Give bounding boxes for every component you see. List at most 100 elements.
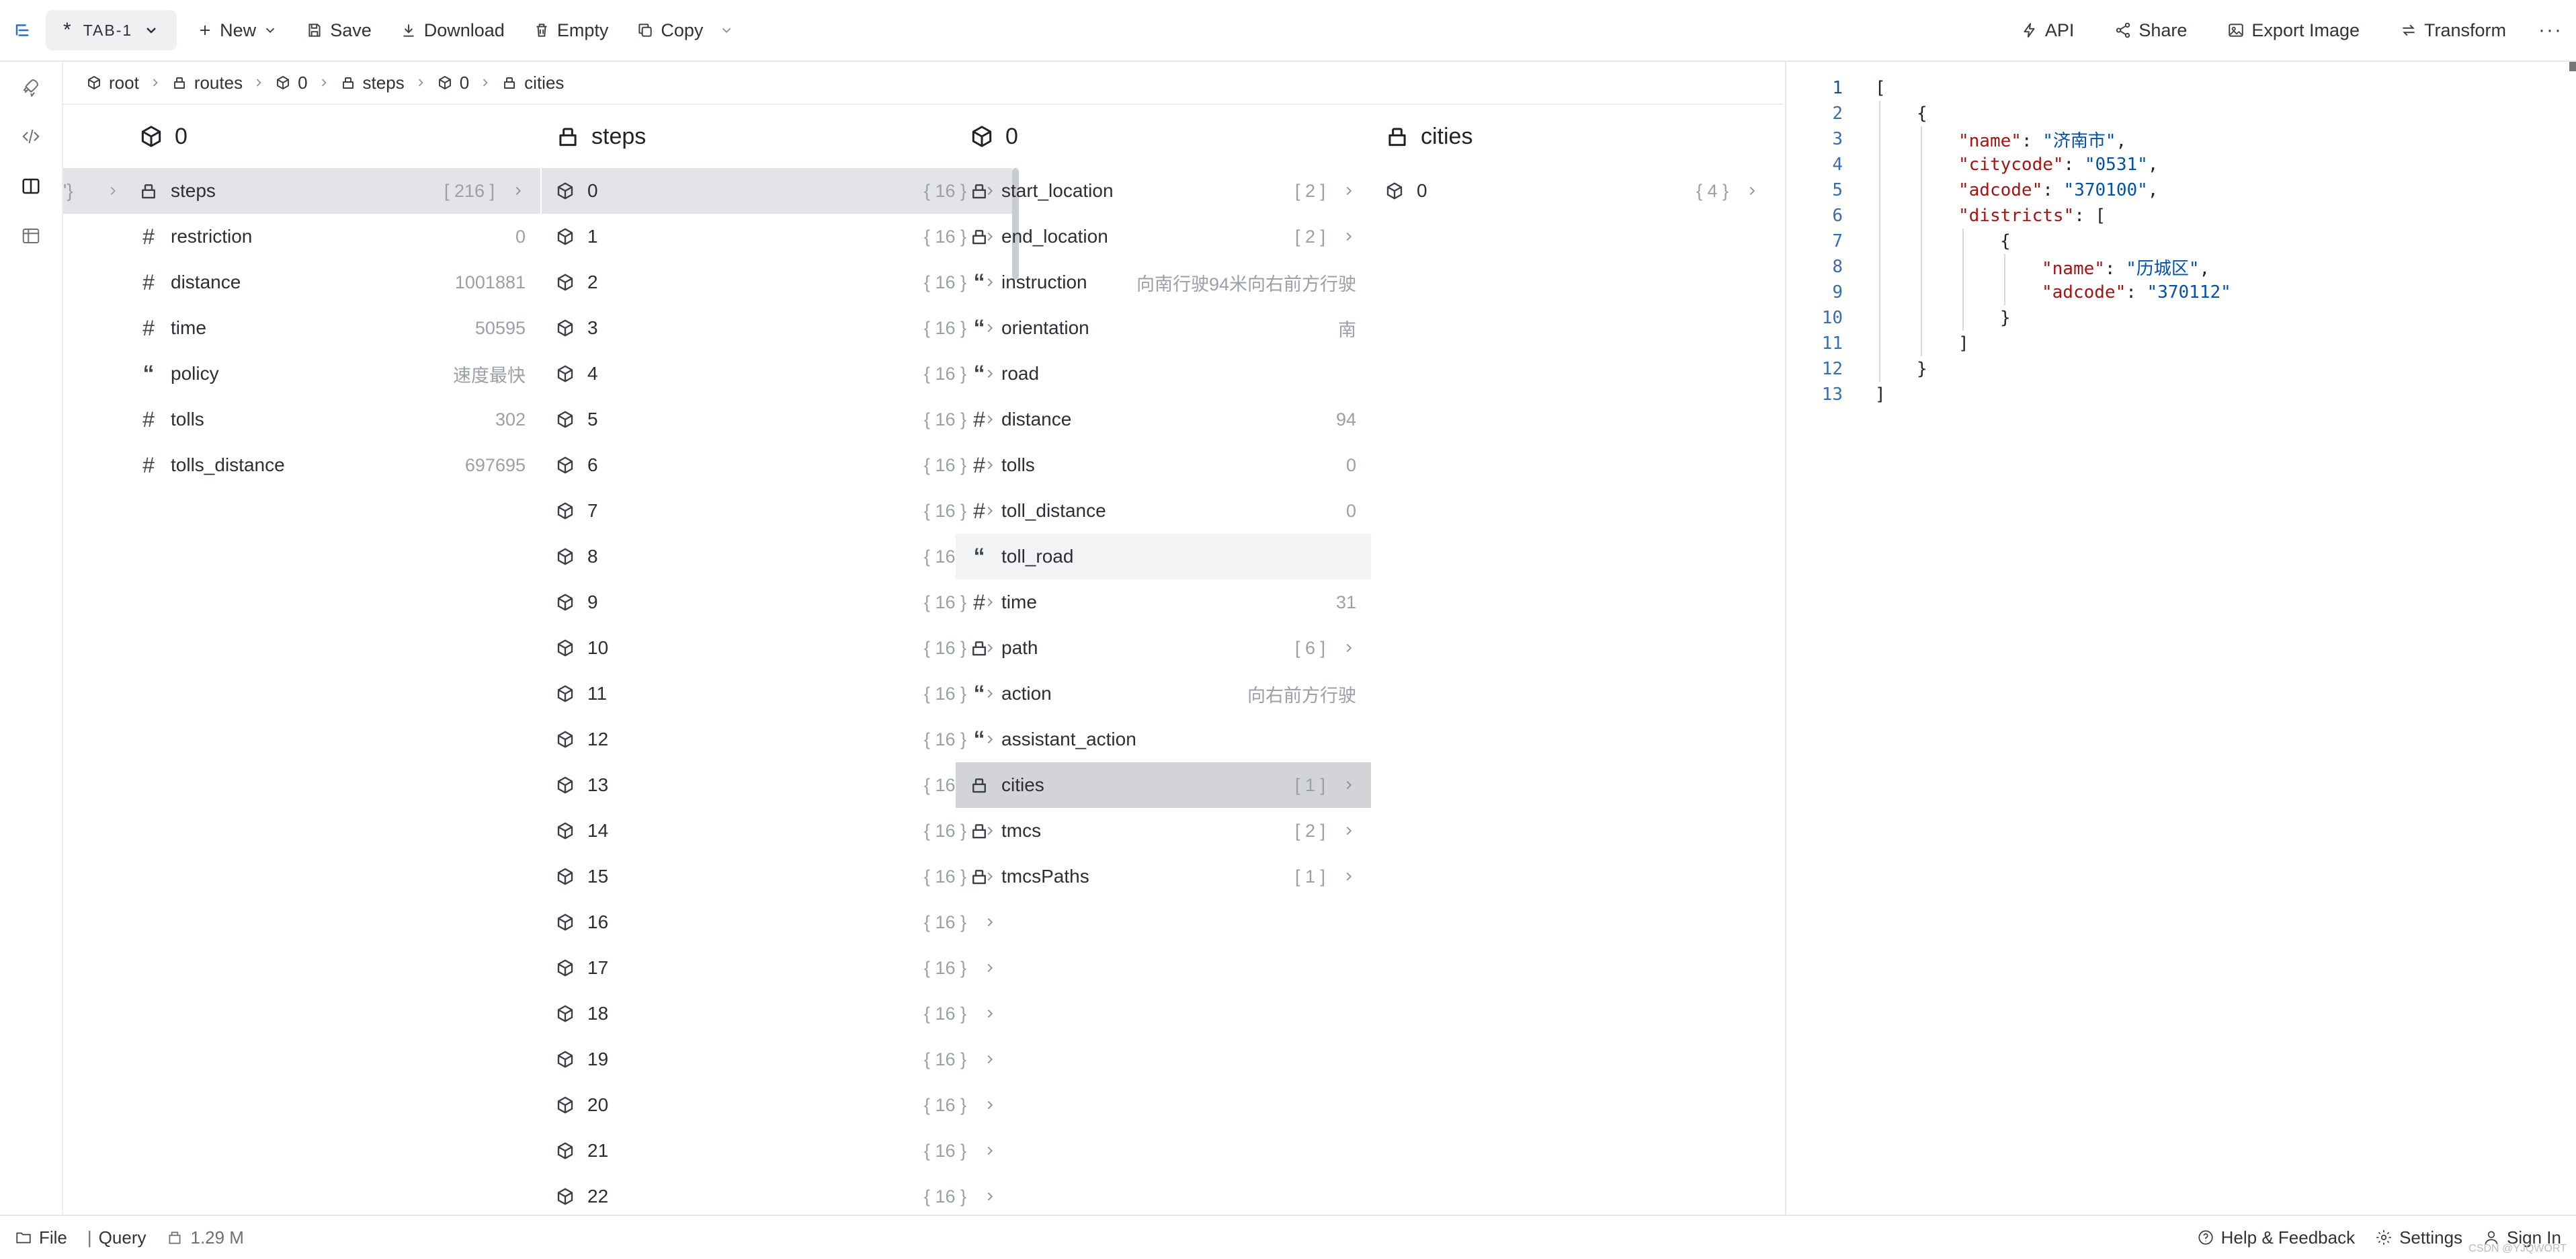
breadcrumb-item[interactable]: routes (171, 73, 243, 93)
code-line[interactable]: 13] (1786, 382, 2576, 407)
tree-row[interactable]: # distance 1001881 (63, 259, 540, 305)
tree-row[interactable]: 0 { 4 } (1371, 168, 1774, 214)
help-feedback-button[interactable]: Help & Feedback (2197, 1227, 2355, 1248)
tree-row[interactable]: path [ 6 ] (956, 625, 1371, 671)
tree-row[interactable]: 5{ 16 } (542, 397, 1012, 442)
save-button[interactable]: Save (298, 10, 380, 50)
columns-view-icon[interactable] (21, 176, 41, 196)
rocket-icon[interactable] (21, 77, 41, 97)
file-button[interactable]: File (15, 1227, 67, 1248)
code-line[interactable]: 8 "name": "历城区", (1786, 254, 2576, 280)
tree-row[interactable]: 18{ 16 } (542, 991, 1012, 1037)
code-line[interactable]: 7{ (1786, 229, 2576, 254)
tree-row[interactable]: # distance 94 (956, 397, 1371, 442)
tree-row[interactable]: 10{ 16 } (542, 625, 1012, 671)
tree-row[interactable]: 0{ 16 } (542, 168, 1012, 214)
transform-button[interactable]: Transform (2392, 10, 2514, 50)
tree-row[interactable]: 15{ 16 } (542, 854, 1012, 899)
code-line[interactable]: 5 "adcode": "370100", (1786, 177, 2576, 203)
empty-button[interactable]: Empty (525, 10, 617, 50)
more-options-icon[interactable]: ··· (2538, 19, 2563, 42)
tree-row[interactable]: tmcs [ 2 ] (956, 808, 1371, 854)
tree-row[interactable]: 3{ 16 } (542, 305, 1012, 351)
copy-button-label: Copy (661, 19, 704, 40)
row-key: 12 (587, 729, 609, 749)
breadcrumb-item[interactable]: root (86, 73, 139, 93)
query-button[interactable]: | Query (87, 1227, 147, 1248)
tree-row[interactable]: “ instruction 向南行驶94米向右前方行驶 (956, 259, 1371, 305)
tree-row[interactable]: '} steps [ 216 ] (63, 168, 540, 214)
tree-row[interactable]: “ assistant_action (956, 717, 1371, 762)
tree-row[interactable]: 20{ 16 } (542, 1082, 1012, 1128)
api-button[interactable]: API (2013, 10, 2083, 50)
table-view-icon[interactable] (21, 226, 41, 246)
tree-row[interactable]: 12{ 16 } (542, 717, 1012, 762)
indent-guide (1962, 229, 1964, 254)
export-image-button[interactable]: Export Image (2219, 10, 2368, 50)
tree-row[interactable]: “ policy 速度最快 (63, 351, 540, 397)
tree-row[interactable]: 8{ 16 } (542, 534, 1012, 579)
object-icon (555, 546, 575, 567)
code-line[interactable]: 3 "name": "济南市", (1786, 126, 2576, 152)
code-line[interactable]: 4 "citycode": "0531", (1786, 152, 2576, 177)
string-icon: “ (973, 681, 985, 706)
tree-row[interactable]: # tolls 302 (63, 397, 540, 442)
tree-row[interactable]: “ action 向右前方行驶 (956, 671, 1371, 717)
share-button[interactable]: Share (2106, 10, 2195, 50)
code-line[interactable]: 10} (1786, 305, 2576, 331)
tree-row[interactable]: # restriction 0 (63, 214, 540, 259)
json-punct: } (2000, 308, 2011, 328)
breadcrumb-item[interactable]: 0 (275, 73, 308, 93)
tree-row[interactable]: # toll_distance 0 (956, 488, 1371, 534)
code-line[interactable]: 9 "adcode": "370112" (1786, 280, 2576, 305)
tree-row[interactable]: # time 50595 (63, 305, 540, 351)
code-line[interactable]: 2{ (1786, 101, 2576, 126)
tree-row[interactable]: start_location [ 2 ] (956, 168, 1371, 214)
json-code-editor[interactable]: 1[2{3 "name": "济南市", 4 "citycode": "0531", 5… (1785, 62, 2576, 1215)
breadcrumb-item[interactable]: cities (501, 73, 564, 93)
tree-row[interactable]: 1{ 16 } (542, 214, 1012, 259)
tree-row[interactable]: “ road (956, 351, 1371, 397)
breadcrumb-item[interactable]: 0 (437, 73, 469, 93)
code-line[interactable]: 11] (1786, 331, 2576, 356)
toolbar-left: * TAB-1 New Save Download Empty Copy (13, 10, 742, 50)
tree-row[interactable]: 17{ 16 } (542, 945, 1012, 991)
tree-row[interactable]: 21{ 16 } (542, 1128, 1012, 1174)
tree-row[interactable]: 22{ 16 } (542, 1174, 1012, 1215)
tree-row[interactable]: 19{ 16 } (542, 1037, 1012, 1082)
tree-row[interactable]: 13{ 16 } (542, 762, 1012, 808)
tree-row[interactable]: end_location [ 2 ] (956, 214, 1371, 259)
tree-row[interactable]: 6{ 16 } (542, 442, 1012, 488)
tree-row[interactable]: “ orientation 南 (956, 305, 1371, 351)
tree-row[interactable]: 16{ 16 } (542, 899, 1012, 945)
code-line[interactable]: 12} (1786, 356, 2576, 382)
tree-row[interactable]: cities [ 1 ] (956, 762, 1371, 808)
breadcrumb-item[interactable]: steps (340, 73, 405, 93)
settings-button[interactable]: Settings (2375, 1227, 2462, 1248)
tree-row[interactable]: 9{ 16 } (542, 579, 1012, 625)
tree-row[interactable]: # tolls_distance 697695 (63, 442, 540, 488)
row-value: [ 6 ] (1294, 637, 1325, 658)
chevron-down-icon[interactable] (143, 22, 159, 38)
tree-row[interactable]: tmcsPaths [ 1 ] (956, 854, 1371, 899)
copy-button[interactable]: Copy (628, 10, 742, 50)
tree-row[interactable]: 2{ 16 } (542, 259, 1012, 305)
tree-row[interactable]: 7{ 16 } (542, 488, 1012, 534)
tree-row[interactable]: “ toll_road (956, 534, 1371, 579)
tree-row[interactable]: 4{ 16 } (542, 351, 1012, 397)
outline-menu-icon[interactable] (13, 20, 34, 40)
json-string: "历城区" (2126, 258, 2200, 279)
download-button[interactable]: Download (392, 10, 513, 50)
code-line[interactable]: 1[ (1786, 75, 2576, 101)
editor-scrollbar[interactable] (2569, 62, 2576, 71)
new-button[interactable]: New (189, 10, 286, 50)
tree-row[interactable]: 11{ 16 } (542, 671, 1012, 717)
json-punct: { (1917, 104, 1927, 124)
code-line[interactable]: 6 "districts": [ (1786, 203, 2576, 229)
tab-1[interactable]: * TAB-1 (46, 10, 177, 50)
row-value: 697695 (464, 454, 526, 475)
tree-row[interactable]: 14{ 16 } (542, 808, 1012, 854)
code-icon[interactable] (21, 126, 41, 147)
tree-row[interactable]: # time 31 (956, 579, 1371, 625)
tree-row[interactable]: # tolls 0 (956, 442, 1371, 488)
